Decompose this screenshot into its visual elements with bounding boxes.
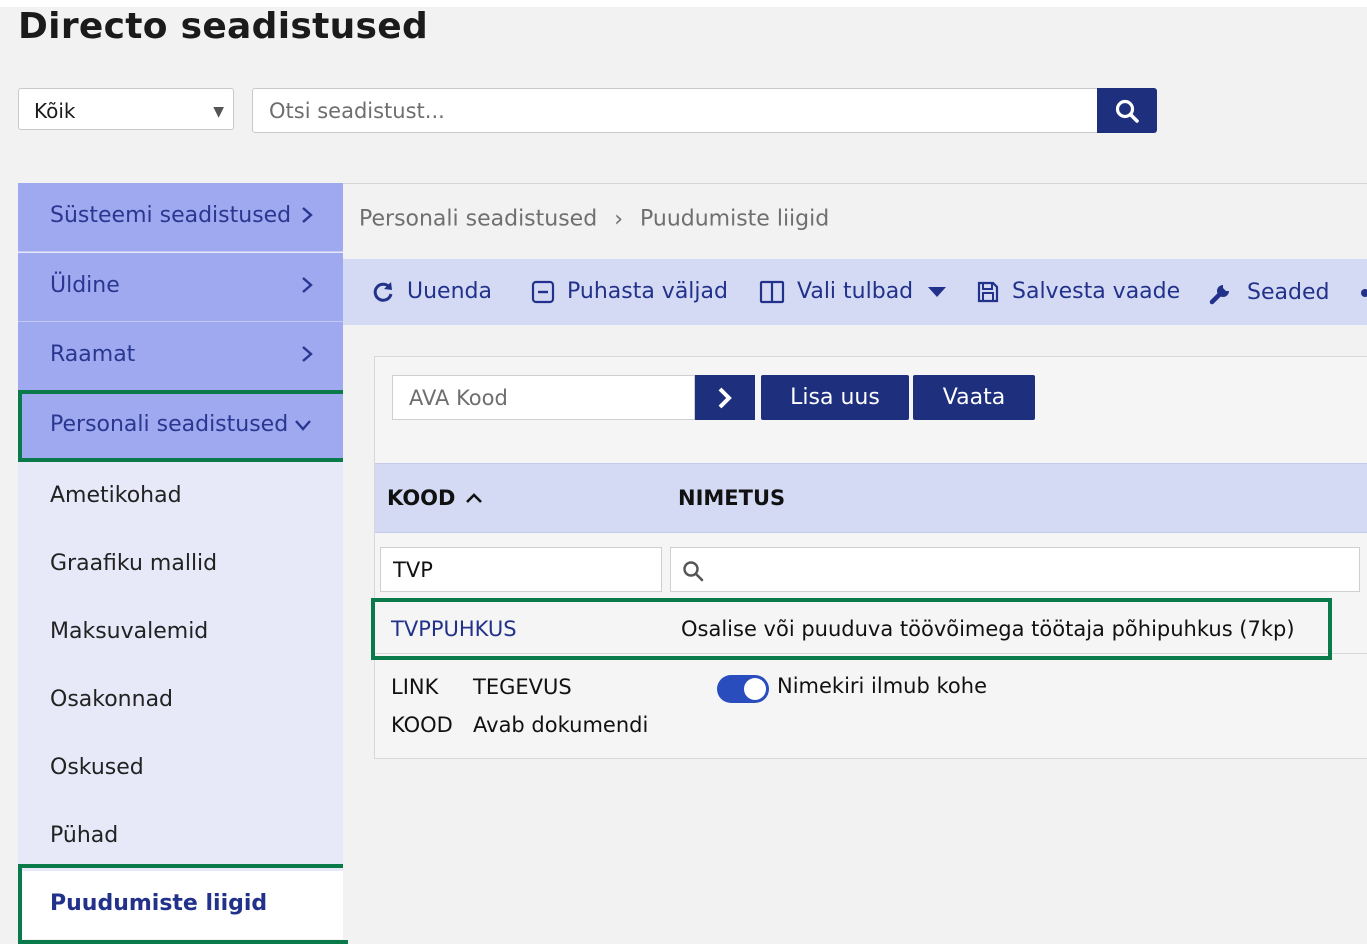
overflow-icon[interactable] [1361,289,1367,297]
chevron-down-icon [295,420,311,431]
sidebar-item-oskused[interactable]: Oskused [18,735,343,804]
wrench-icon [1209,285,1229,305]
sidebar-item-raamat[interactable]: Raamat [18,322,343,391]
caret-down-icon [928,286,947,297]
search-icon [1115,99,1139,123]
sidebar-item-label: Raamat [50,342,136,367]
refresh-icon [373,281,393,302]
breadcrumb-current: Puudumiste liigid [640,206,830,232]
sidebar-item-puhad[interactable]: Pühad [18,803,343,872]
toggle-label: Nimekiri ilmub kohe [777,674,987,698]
column-header-kood[interactable]: KOOD [387,486,483,510]
open-code-input[interactable] [392,375,695,420]
clear-fields-button[interactable]: Puhasta väljad [531,279,728,304]
refresh-button[interactable]: Uuenda [371,279,492,304]
choose-columns-button[interactable]: Vali tulbad [759,279,959,304]
sidebar-item-osakonnad[interactable]: Osakonnad [18,667,343,736]
chevron-right-icon [302,207,313,223]
column-header-label: KOOD [387,486,456,510]
page-title: Directo seadistused [18,6,429,47]
dropdown-arrow-icon: ▼ [213,104,224,120]
sidebar-item-label: Personali seadistused [50,412,289,437]
settings-label: Seaded [1247,279,1330,305]
save-view-label: Salvesta vaade [1012,279,1181,304]
sidebar-item-graafiku-mallid[interactable]: Graafiku mallid [18,531,343,600]
sidebar-item-uldine[interactable]: Üldine [18,253,343,322]
settings-button[interactable]: Seaded [1209,279,1329,305]
legend-kood-label: KOOD [391,713,453,737]
breadcrumb: Personali seadistused › Puudumiste liigi… [359,206,829,232]
search-button[interactable] [1097,88,1157,133]
sidebar-item-personali-seadistused[interactable]: Personali seadistused [18,392,343,461]
column-header-nimetus[interactable]: NIMETUS [678,486,785,510]
search-icon [683,561,704,582]
save-view-button[interactable]: Salvesta vaade [976,279,1180,304]
nimetus-filter-input[interactable] [670,547,1360,592]
columns-icon [759,280,785,303]
view-button[interactable]: Vaata [913,375,1035,420]
toolbar: Uuenda Puhasta väljad Vali tulbad Salves [343,259,1367,325]
sidebar-item-label: Oskused [50,755,144,780]
toggle-knob [744,678,766,700]
table-row[interactable]: TVPPUHKUS Osalise või puuduva töövõimega… [375,603,1367,654]
breadcrumb-parent[interactable]: Personali seadistused [359,207,597,232]
chevron-right-icon [718,387,732,408]
sidebar-item-label: Graafiku mallid [50,551,218,576]
chevron-right-icon [302,277,313,293]
refresh-label: Uuenda [407,279,492,304]
category-select-value: Kõik [34,99,76,123]
sidebar-item-label: Süsteemi seadistused [50,203,292,228]
column-header-label: NIMETUS [678,486,786,510]
kood-link[interactable]: TVPPUHKUS [391,617,517,641]
list-panel: Lisa uus Vaata KOOD NIMETUS TVPPUHKUS Os… [374,356,1367,759]
clear-fields-label: Puhasta väljad [567,279,728,304]
table-header: KOOD NIMETUS [375,463,1367,533]
sidebar-item-label: Osakonnad [50,687,174,712]
nimetus-cell: Osalise või puuduva töövõimega töötaja p… [681,617,1295,641]
kood-filter-input[interactable] [380,547,662,592]
save-icon [977,281,999,302]
legend-link-value: TEGEVUS [473,675,572,699]
sidebar-item-label: Ametikohad [50,483,182,508]
chevron-right-icon [302,346,313,362]
choose-columns-label: Vali tulbad [797,279,914,304]
sidebar-item-maksuvalemid[interactable]: Maksuvalemid [18,599,343,668]
settings-search-input[interactable] [252,88,1098,133]
clear-fields-icon [531,280,555,303]
legend-link-label: LINK [391,675,439,699]
sidebar-item-label: Pühad [50,823,119,848]
legend-kood-value: Avab dokumendi [473,713,649,737]
sidebar: Süsteemi seadistused Üldine Raamat Perso… [18,183,343,939]
sidebar-item-puudumiste-liigid[interactable]: Puudumiste liigid [18,871,343,939]
category-select[interactable]: Kõik ▼ [18,88,234,130]
main-content: Personali seadistused › Puudumiste liigi… [343,183,1367,940]
sort-asc-icon [466,493,483,503]
open-code-go-button[interactable] [695,375,755,420]
sidebar-item-systeemi-seadistused[interactable]: Süsteemi seadistused [18,183,343,252]
sidebar-item-label: Puudumiste liigid [50,891,268,916]
sidebar-item-label: Maksuvalemid [50,619,209,644]
add-new-button[interactable]: Lisa uus [761,375,909,420]
breadcrumb-separator-icon: › [614,206,623,232]
sidebar-item-ametikohad[interactable]: Ametikohad [18,463,343,532]
instant-list-toggle[interactable] [717,675,769,703]
sidebar-item-label: Üldine [50,273,120,298]
